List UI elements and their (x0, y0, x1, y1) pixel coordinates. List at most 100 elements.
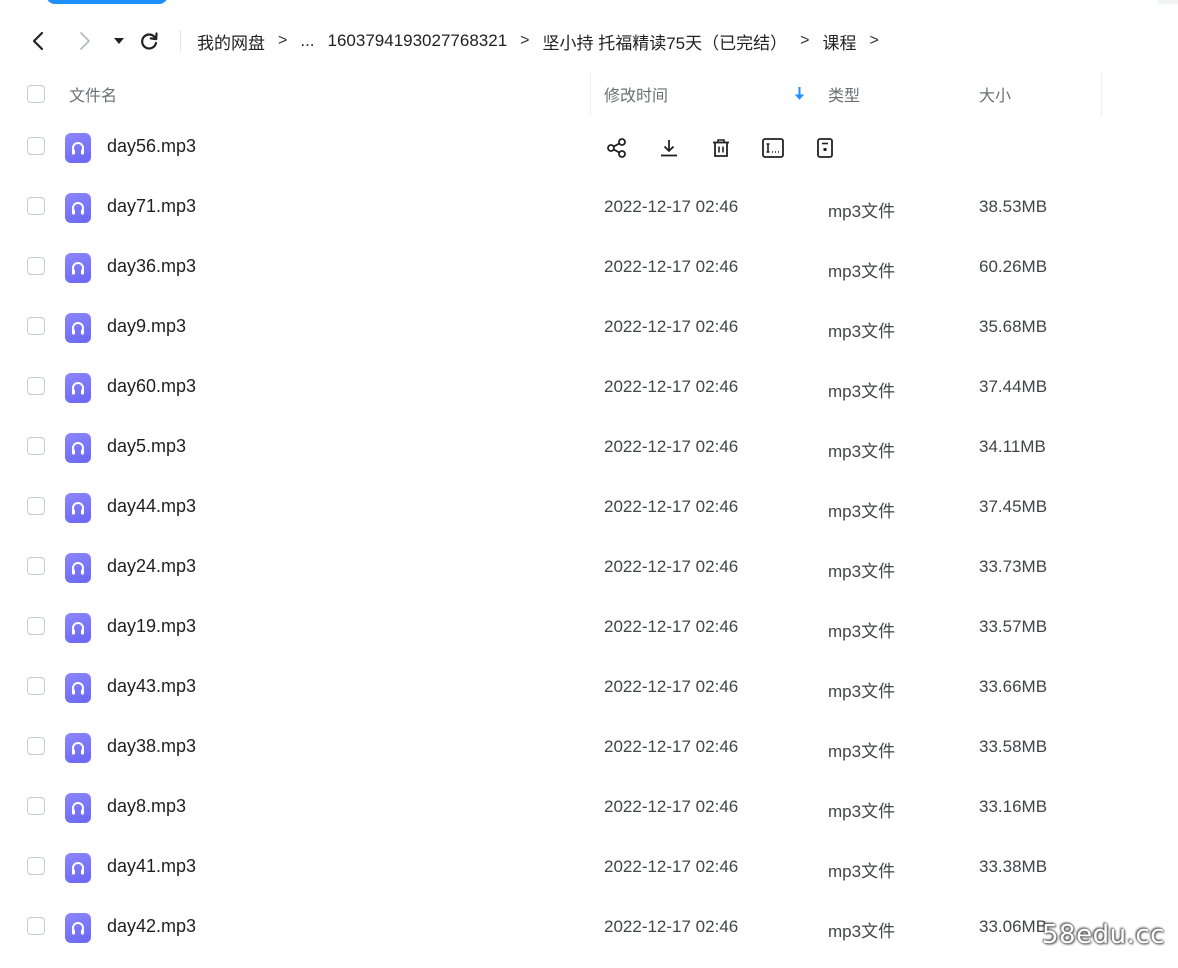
chevron-right-icon (80, 32, 90, 50)
file-type: mp3文件 (828, 622, 896, 641)
row-checkbox[interactable] (27, 737, 45, 755)
file-row[interactable]: day8.mp3 2022-12-17 02:46 mp3文件 33.16MB (0, 777, 1178, 837)
row-checkbox[interactable] (27, 137, 45, 155)
audio-file-icon (65, 553, 91, 583)
file-name[interactable]: day5.mp3 (107, 436, 186, 457)
file-row[interactable]: day43.mp3 2022-12-17 02:46 mp3文件 33.66MB (0, 657, 1178, 717)
forward-button[interactable] (73, 30, 97, 52)
audio-file-icon (65, 613, 91, 643)
file-size: 60.26MB (979, 257, 1048, 276)
file-modified-date: 2022-12-17 02:46 (604, 617, 739, 636)
row-checkbox[interactable] (27, 437, 45, 455)
history-dropdown-button[interactable] (111, 32, 127, 50)
file-name[interactable]: day43.mp3 (107, 676, 196, 697)
audio-file-icon (65, 673, 91, 703)
file-row[interactable]: day60.mp3 2022-12-17 02:46 mp3文件 37.44MB (0, 357, 1178, 417)
file-size: 33.58MB (979, 737, 1048, 756)
file-size: 33.06MB (979, 917, 1048, 936)
file-size: 33.73MB (979, 557, 1048, 576)
breadcrumb-item-course-folder[interactable]: 坚小持 托福精读75天（已完结） (543, 29, 788, 54)
column-divider[interactable] (590, 72, 591, 116)
sort-desc-icon[interactable] (794, 86, 805, 106)
breadcrumb-separator: > (520, 32, 530, 49)
audio-file-icon (65, 133, 91, 163)
file-type: mp3文件 (828, 682, 896, 701)
row-checkbox[interactable] (27, 917, 45, 935)
file-name[interactable]: day8.mp3 (107, 796, 186, 817)
breadcrumb-item-ellipsis[interactable]: ... (300, 31, 314, 51)
breadcrumb: 我的网盘 > ... 1603794193027768321 > 坚小持 托福精… (197, 29, 892, 53)
file-name[interactable]: day71.mp3 (107, 196, 196, 217)
file-type: mp3文件 (828, 742, 896, 761)
row-checkbox[interactable] (27, 317, 45, 335)
row-checkbox[interactable] (27, 497, 45, 515)
more-icon[interactable] (812, 135, 838, 161)
file-type: mp3文件 (828, 562, 896, 581)
file-name[interactable]: day19.mp3 (107, 616, 196, 637)
row-checkbox[interactable] (27, 797, 45, 815)
file-row[interactable]: day5.mp3 2022-12-17 02:46 mp3文件 34.11MB (0, 417, 1178, 477)
file-name[interactable]: day56.mp3 (107, 136, 196, 157)
breadcrumb-item-current[interactable]: 课程 (822, 29, 856, 54)
file-type: mp3文件 (828, 802, 896, 821)
file-modified-date: 2022-12-17 02:46 (604, 197, 739, 216)
file-row[interactable]: day71.mp3 2022-12-17 02:46 mp3文件 38.53MB (0, 177, 1178, 237)
column-header-filename[interactable]: 文件名 (69, 82, 117, 106)
file-size: 33.66MB (979, 677, 1048, 696)
audio-file-icon (65, 493, 91, 523)
file-row[interactable]: day41.mp3 2022-12-17 02:46 mp3文件 33.38MB (0, 837, 1178, 897)
file-name[interactable]: day36.mp3 (107, 256, 196, 277)
top-accent-tab[interactable] (46, 0, 168, 4)
row-checkbox[interactable] (27, 257, 45, 275)
file-row[interactable]: day44.mp3 2022-12-17 02:46 mp3文件 37.45MB (0, 477, 1178, 537)
row-checkbox[interactable] (27, 377, 45, 395)
file-name[interactable]: day60.mp3 (107, 376, 196, 397)
row-checkbox[interactable] (27, 617, 45, 635)
file-modified-date: 2022-12-17 02:46 (604, 437, 739, 456)
file-row[interactable]: day36.mp3 2022-12-17 02:46 mp3文件 60.26MB (0, 237, 1178, 297)
column-header-type[interactable]: 类型 (828, 82, 860, 106)
file-row[interactable]: day42.mp3 2022-12-17 02:46 mp3文件 33.06MB (0, 897, 1178, 957)
watermark: 58edu.cc (1042, 920, 1165, 950)
row-checkbox[interactable] (27, 197, 45, 215)
file-row[interactable]: day9.mp3 2022-12-17 02:46 mp3文件 35.68MB (0, 297, 1178, 357)
file-row[interactable]: day38.mp3 2022-12-17 02:46 mp3文件 33.58MB (0, 717, 1178, 777)
file-name[interactable]: day42.mp3 (107, 916, 196, 937)
rename-icon[interactable] (760, 135, 786, 161)
delete-icon[interactable] (708, 135, 734, 161)
file-type: mp3文件 (828, 922, 896, 941)
file-modified-date: 2022-12-17 02:46 (604, 557, 739, 576)
file-row[interactable]: day24.mp3 2022-12-17 02:46 mp3文件 33.73MB (0, 537, 1178, 597)
share-icon[interactable] (604, 135, 630, 161)
breadcrumb-item-folder-id[interactable]: 1603794193027768321 (328, 31, 508, 51)
download-icon[interactable] (656, 135, 682, 161)
file-name[interactable]: day41.mp3 (107, 856, 196, 877)
breadcrumb-separator: > (278, 32, 288, 49)
file-size: 38.53MB (979, 197, 1048, 216)
file-name[interactable]: day44.mp3 (107, 496, 196, 517)
breadcrumb-separator: > (800, 32, 810, 49)
column-divider[interactable] (1101, 72, 1102, 116)
file-row[interactable]: day19.mp3 2022-12-17 02:46 mp3文件 33.57MB (0, 597, 1178, 657)
select-all-checkbox[interactable] (27, 85, 45, 103)
row-checkbox[interactable] (27, 857, 45, 875)
file-name[interactable]: day38.mp3 (107, 736, 196, 757)
row-checkbox[interactable] (27, 557, 45, 575)
file-size: 33.16MB (979, 797, 1048, 816)
refresh-button[interactable] (137, 29, 161, 53)
file-row-hovered[interactable]: day56.mp3 (0, 117, 1178, 177)
breadcrumb-item-root[interactable]: 我的网盘 (197, 29, 265, 54)
back-button[interactable] (26, 30, 50, 52)
column-header-modified[interactable]: 修改时间 (604, 82, 668, 106)
file-type: mp3文件 (828, 262, 896, 281)
audio-file-icon (65, 313, 91, 343)
file-modified-date: 2022-12-17 02:46 (604, 917, 739, 936)
row-checkbox[interactable] (27, 677, 45, 695)
file-name[interactable]: day24.mp3 (107, 556, 196, 577)
caret-down-icon (114, 37, 124, 44)
column-header-size[interactable]: 大小 (979, 82, 1011, 106)
refresh-icon (141, 32, 158, 50)
top-right-edge (1158, 0, 1178, 4)
file-size: 34.11MB (979, 437, 1046, 456)
file-name[interactable]: day9.mp3 (107, 316, 186, 337)
